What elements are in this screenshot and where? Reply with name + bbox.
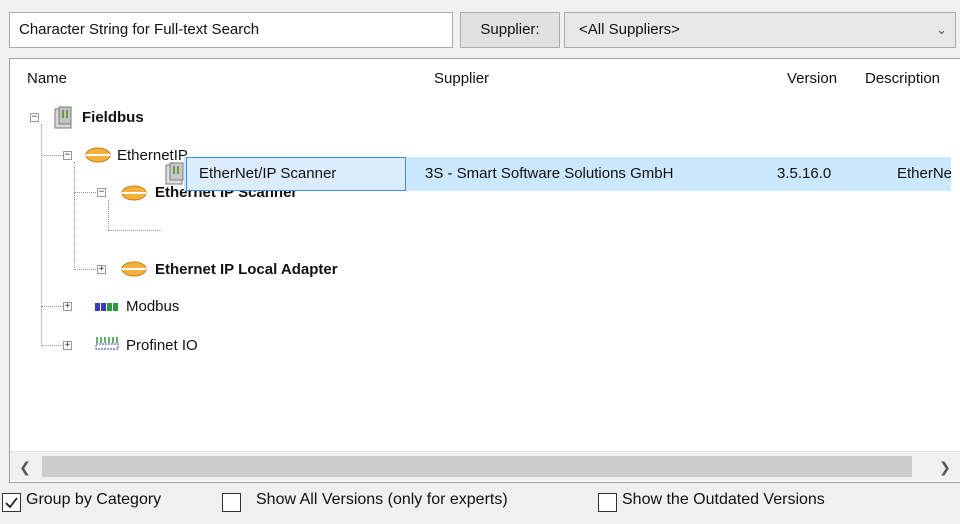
profinet-icon <box>95 335 121 358</box>
show-outdated-versions-label[interactable]: Show the Outdated Versions <box>622 491 825 509</box>
device-folder-icon <box>52 105 76 136</box>
expand-toggle[interactable]: + <box>97 265 106 274</box>
collapse-toggle[interactable]: − <box>97 188 106 197</box>
tree-item-fieldbus[interactable]: Fieldbus <box>82 101 144 135</box>
supplier-label-button: Supplier: <box>460 12 560 48</box>
search-input[interactable]: Character String for Full-text Search <box>9 12 453 48</box>
modbus-icon <box>95 300 123 318</box>
expand-toggle[interactable]: + <box>63 302 72 311</box>
tree-line <box>74 162 75 270</box>
scroll-left-icon[interactable]: ❮ <box>10 452 40 482</box>
column-header-supplier[interactable]: Supplier <box>434 70 489 87</box>
device-tree[interactable]: Name Supplier Version Description <box>9 58 960 483</box>
device-version-cell: 3.5.16.0 <box>777 165 832 182</box>
tree-line <box>41 306 63 307</box>
options-bar: Group by Category Show All Versions (onl… <box>0 485 960 524</box>
tree-item-ethernet-ip-scanner-device[interactable]: EtherNet/IP Scanner <box>199 157 336 191</box>
collapse-toggle[interactable]: − <box>30 113 39 122</box>
column-header-description[interactable]: Description <box>865 70 940 87</box>
tree-line <box>74 192 96 193</box>
scroll-right-icon[interactable]: ❯ <box>930 452 960 482</box>
tree-line <box>41 124 42 346</box>
supplier-dropdown[interactable]: <All Suppliers> ⌄ <box>564 12 956 48</box>
tree-line <box>74 269 96 270</box>
tree-line <box>41 155 63 156</box>
device-supplier-cell: 3S - Smart Software Solutions GmbH <box>425 165 674 182</box>
column-header-version[interactable]: Version <box>787 70 837 87</box>
group-by-category-label[interactable]: Group by Category <box>26 491 161 509</box>
checkmark-icon <box>5 497 18 509</box>
device-description-cell: EtherNe <box>897 165 953 182</box>
chevron-down-icon[interactable]: ⌄ <box>936 13 947 47</box>
show-all-versions-checkbox[interactable] <box>222 493 241 512</box>
collapse-toggle[interactable]: − <box>63 151 72 160</box>
expand-toggle[interactable]: + <box>63 341 72 350</box>
group-by-category-checkbox[interactable] <box>2 493 21 512</box>
scrollbar-thumb[interactable] <box>42 456 912 477</box>
horizontal-scrollbar[interactable]: ❮ ❯ <box>10 451 960 481</box>
tree-item-ethernet-ip-local-adapter[interactable]: Ethernet IP Local Adapter <box>155 253 338 287</box>
ethernet-ip-icon <box>120 184 150 207</box>
tree-line <box>108 230 162 231</box>
tree-line <box>41 345 63 346</box>
ethernet-ip-icon <box>120 260 150 283</box>
ethernet-ip-icon <box>84 146 114 169</box>
tree-item-modbus[interactable]: Modbus <box>126 290 179 324</box>
column-header-name[interactable]: Name <box>27 70 67 87</box>
tree-item-profinet-io[interactable]: Profinet IO <box>126 329 198 363</box>
tree-line <box>108 200 109 230</box>
supplier-selected-value: <All Suppliers> <box>579 21 680 38</box>
show-all-versions-label[interactable]: Show All Versions (only for experts) <box>256 491 508 509</box>
show-outdated-versions-checkbox[interactable] <box>598 493 617 512</box>
